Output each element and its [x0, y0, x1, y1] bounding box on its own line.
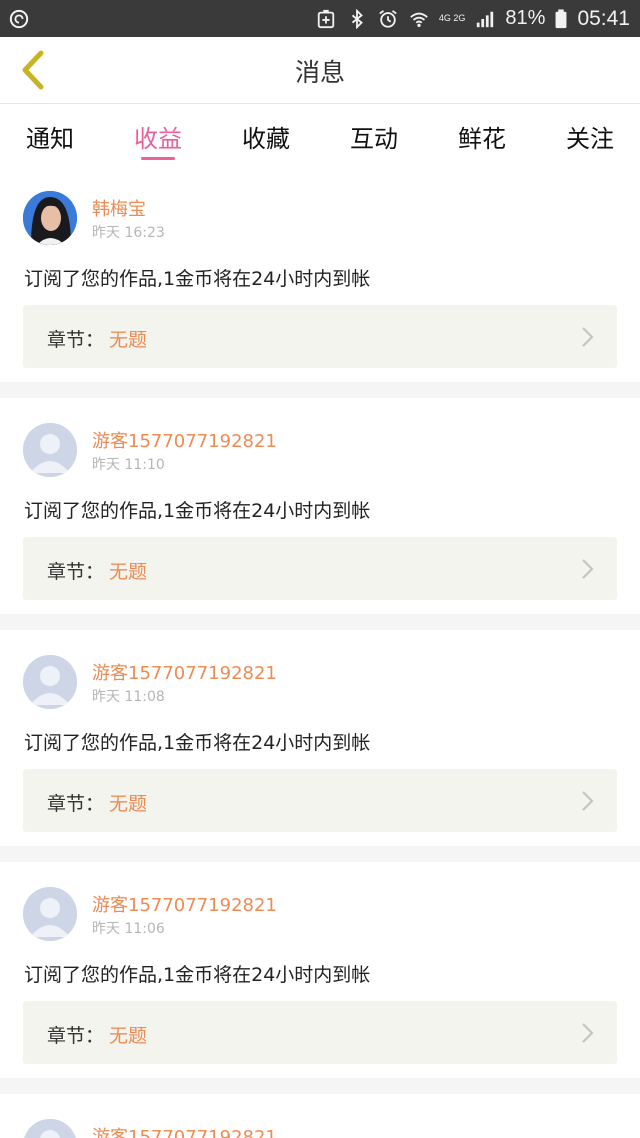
tab-label: 通知 — [26, 125, 74, 153]
chapter-link[interactable]: 章节： 无题 — [23, 1001, 617, 1064]
alarm-icon — [379, 9, 397, 28]
tab-label: 互动 — [350, 125, 398, 153]
timestamp: 昨天 11:10 — [92, 457, 165, 473]
active-tab-indicator — [141, 157, 175, 160]
avatar[interactable] — [23, 655, 77, 709]
list-item[interactable]: 游客1577077192821 昨天 11:10 订阅了您的作品,1金币将在24… — [0, 398, 640, 614]
tab-label: 鲜花 — [458, 125, 506, 153]
status-bar: 4G 2G 81% 05:41 — [0, 0, 640, 37]
message-text: 订阅了您的作品,1金币将在24小时内到帐 — [24, 964, 371, 986]
back-button[interactable] — [10, 47, 56, 93]
header-bar: 消息 — [0, 37, 640, 104]
message-text: 订阅了您的作品,1金币将在24小时内到帐 — [24, 500, 371, 522]
tab-flowers[interactable]: 鲜花 — [442, 104, 522, 166]
tab-earnings[interactable]: 收益 — [118, 104, 198, 166]
timestamp: 昨天 16:23 — [92, 225, 165, 241]
message-text: 订阅了您的作品,1金币将在24小时内到帐 — [24, 732, 371, 754]
message-text: 订阅了您的作品,1金币将在24小时内到帐 — [24, 268, 371, 290]
chapter-link[interactable]: 章节： 无题 — [23, 537, 617, 600]
chapter-title: 无题 — [109, 329, 148, 351]
default-avatar-icon — [23, 1119, 77, 1138]
default-avatar-icon — [23, 887, 77, 941]
default-avatar-icon — [23, 655, 77, 709]
username[interactable]: 游客1577077192821 — [92, 659, 277, 685]
default-avatar-icon — [23, 423, 77, 477]
tab-label: 收藏 — [242, 125, 290, 153]
divider — [0, 846, 640, 862]
avatar[interactable] — [23, 887, 77, 941]
avatar[interactable] — [23, 1119, 77, 1138]
chevron-right-icon — [582, 1023, 594, 1043]
bluetooth-icon — [351, 8, 363, 29]
chapter-label: 章节： — [47, 793, 105, 815]
tab-notifications[interactable]: 通知 — [10, 104, 90, 166]
battery-percent: 81% — [505, 7, 546, 29]
chevron-right-icon — [582, 791, 594, 811]
list-item[interactable]: 韩梅宝 昨天 16:23 订阅了您的作品,1金币将在24小时内到帐 章节： 无题 — [0, 166, 640, 382]
chapter-link[interactable]: 章节： 无题 — [23, 769, 617, 832]
battery-icon — [555, 8, 567, 28]
chapter-label: 章节： — [47, 561, 105, 583]
clock: 05:41 — [577, 6, 630, 30]
list-item[interactable]: 游客1577077192821 昨天 11:06 订阅了您的作品,1金币将在24… — [0, 862, 640, 1078]
username[interactable]: 游客1577077192821 — [92, 891, 277, 917]
avatar[interactable] — [23, 191, 77, 245]
username[interactable]: 韩梅宝 — [92, 195, 146, 221]
app-status-icon — [9, 9, 29, 28]
tab-favorites[interactable]: 收藏 — [226, 104, 306, 166]
wifi-icon — [410, 12, 428, 27]
username[interactable]: 游客1577077192821 — [92, 427, 277, 453]
username[interactable]: 游客1577077192821 — [92, 1123, 277, 1138]
tab-follows[interactable]: 关注 — [550, 104, 630, 166]
divider — [0, 1078, 640, 1094]
network-type-label: 4G 2G — [438, 13, 466, 23]
page-title: 消息 — [294, 57, 345, 87]
chapter-link[interactable]: 章节： 无题 — [23, 305, 617, 368]
divider — [0, 614, 640, 630]
chapter-title: 无题 — [109, 793, 148, 815]
chevron-right-icon — [582, 327, 594, 347]
chapter-label: 章节： — [47, 1025, 105, 1047]
chapter-label: 章节： — [47, 329, 105, 351]
timestamp: 昨天 11:08 — [92, 689, 165, 705]
tab-label: 关注 — [566, 125, 614, 153]
timestamp: 昨天 11:06 — [92, 921, 165, 937]
tab-bar: 通知 收益 收藏 互动 鲜花 关注 — [0, 104, 640, 166]
chapter-title: 无题 — [109, 1025, 148, 1047]
chevron-right-icon — [582, 559, 594, 579]
signal-icon — [477, 11, 494, 27]
tab-interactions[interactable]: 互动 — [334, 104, 414, 166]
avatar[interactable] — [23, 423, 77, 477]
chapter-title: 无题 — [109, 561, 148, 583]
chevron-left-icon — [22, 50, 44, 90]
divider — [0, 382, 640, 398]
battery-saver-icon — [317, 9, 335, 28]
list-item[interactable]: 游客1577077192821 — [0, 1094, 640, 1138]
list-item[interactable]: 游客1577077192821 昨天 11:08 订阅了您的作品,1金币将在24… — [0, 630, 640, 846]
